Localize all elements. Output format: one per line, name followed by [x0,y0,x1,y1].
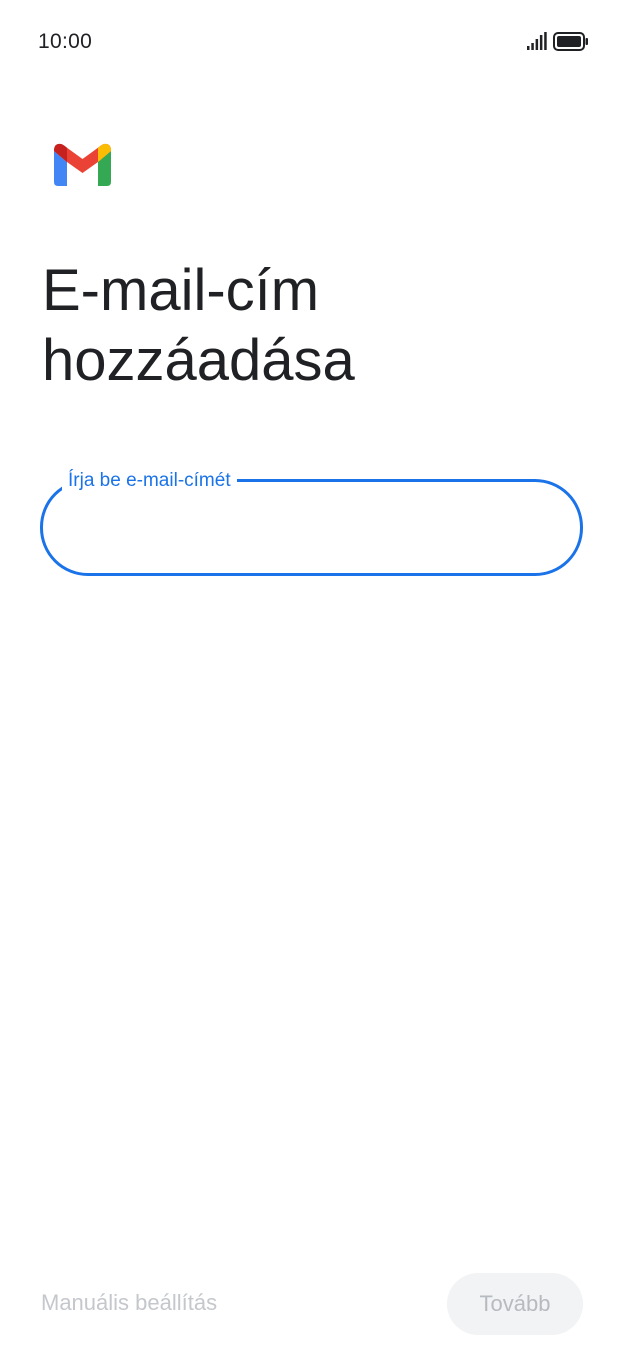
battery-full-icon [553,32,588,51]
add-email-screen: 10:00 E-mail-cím hozzáadása Írja be e-ma… [0,0,624,1365]
gmail-logo-icon [54,143,111,186]
cellular-signal-icon [527,32,547,50]
status-bar: 10:00 [0,0,624,84]
page-title: E-mail-cím hozzáadása [42,256,582,396]
next-button[interactable]: Tovább [447,1273,583,1335]
page-title-line2: hozzáadása [42,328,355,393]
status-time: 10:00 [38,30,93,53]
manual-setup-button[interactable]: Manuális beállítás [41,1290,217,1316]
page-title-line1: E-mail-cím [42,258,320,323]
email-field-label: Írja be e-mail-címét [62,469,237,493]
email-input[interactable] [70,505,550,549]
